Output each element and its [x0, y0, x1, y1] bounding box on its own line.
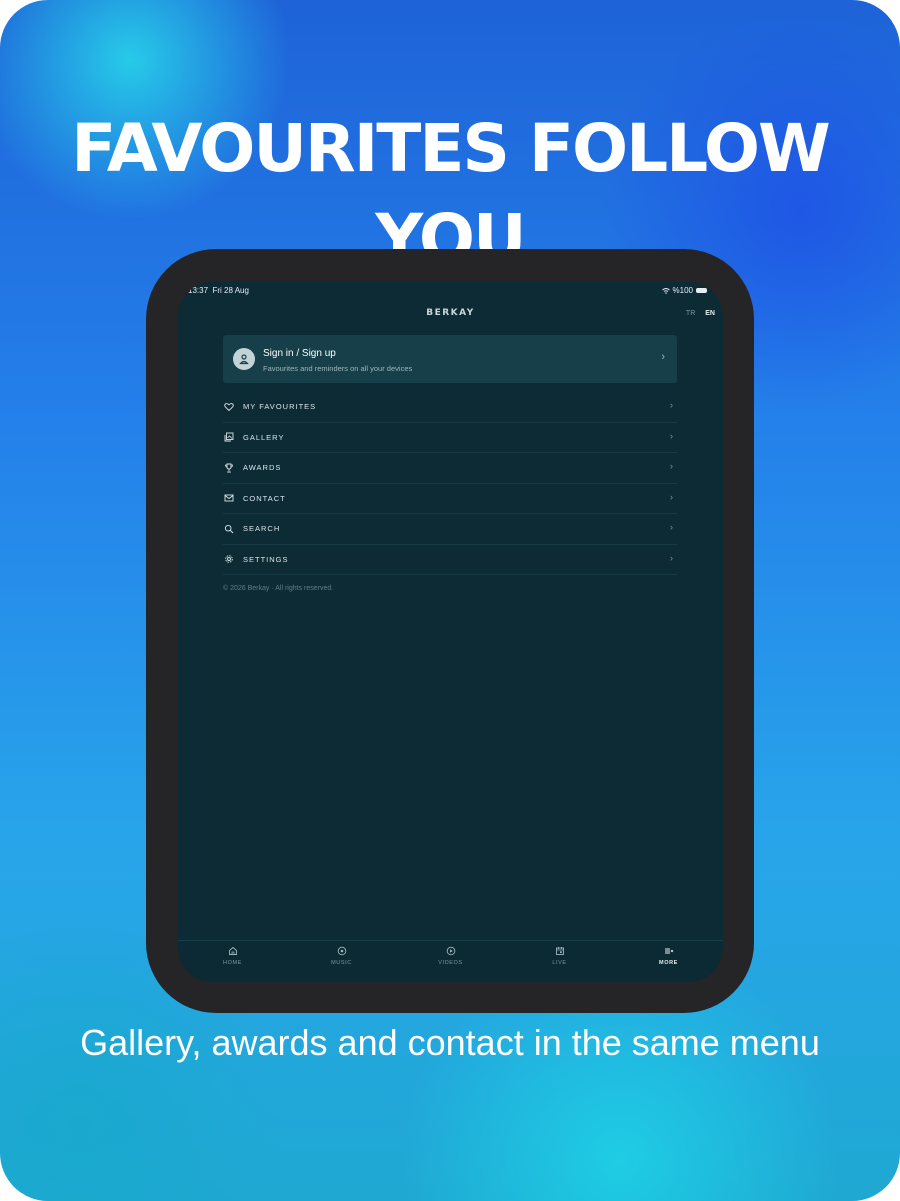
- status-date: Fri 28 Aug: [212, 286, 249, 295]
- tab-label: LIVE: [552, 960, 567, 966]
- menu-item-gallery[interactable]: GALLERY ›: [223, 423, 677, 453]
- signin-title: Sign in / Sign up: [263, 348, 336, 359]
- menu-item-label: AWARDS: [243, 463, 282, 473]
- tab-videos[interactable]: VIDEOS: [396, 941, 505, 982]
- calendar-icon: [555, 947, 564, 955]
- search-icon: [224, 524, 234, 534]
- menu-item-search[interactable]: SEARCH ›: [223, 514, 677, 545]
- tab-home[interactable]: HOME: [178, 941, 287, 982]
- tab-live[interactable]: LIVE: [505, 941, 614, 982]
- menu-item-label: MY FAVOURITES: [243, 402, 317, 412]
- menu-item-label: GALLERY: [243, 432, 285, 442]
- battery-percentage: %100: [672, 286, 693, 295]
- status-indicators: %100: [661, 286, 707, 295]
- chevron-right-icon: ›: [661, 351, 665, 363]
- user-avatar-icon: [233, 348, 255, 370]
- home-icon: [228, 946, 237, 955]
- menu-item-contact[interactable]: CONTACT ›: [223, 484, 677, 514]
- chevron-right-icon: ›: [670, 491, 673, 502]
- language-en[interactable]: EN: [705, 310, 715, 317]
- language-switcher: TR EN: [686, 310, 715, 317]
- heart-icon: [224, 402, 234, 411]
- status-bar: 13:37 Fri 28 Aug %100: [178, 282, 723, 300]
- menu-icon: [664, 948, 673, 954]
- copyright-note: © 2026 Berkay · All rights reserved.: [223, 585, 334, 592]
- gear-icon: [225, 555, 233, 563]
- menu-item-label: SEARCH: [243, 524, 281, 534]
- tab-label: VIDEOS: [438, 960, 463, 966]
- menu-item-favourites[interactable]: MY FAVOURITES ›: [223, 392, 677, 423]
- trophy-icon: [225, 463, 233, 473]
- tab-label: HOME: [223, 960, 242, 966]
- app-logo: BERKAY: [426, 308, 475, 318]
- menu-item-label: SETTINGS: [243, 554, 289, 564]
- status-time: 13:37 Fri 28 Aug: [188, 286, 249, 295]
- promo-background: FAVOURITES FOLLOW YOU 13:37 Fri 28 Aug %…: [0, 0, 900, 1201]
- signin-subtitle: Favourites and reminders on all your dev…: [263, 364, 413, 373]
- chevron-right-icon: ›: [670, 552, 673, 563]
- tab-label: MUSIC: [331, 960, 352, 966]
- tab-label: MORE: [659, 960, 678, 966]
- signin-card[interactable]: Sign in / Sign up Favourites and reminde…: [223, 335, 677, 383]
- chevron-right-icon: ›: [670, 430, 673, 441]
- language-tr[interactable]: TR: [686, 310, 695, 317]
- battery-icon: [696, 288, 707, 293]
- bottom-tab-bar: HOME MUSIC VIDEOS LIVE MORE: [178, 940, 723, 982]
- music-icon: [337, 946, 346, 956]
- chevron-right-icon: ›: [670, 400, 673, 410]
- tab-music[interactable]: MUSIC: [287, 941, 396, 982]
- tab-more[interactable]: MORE: [614, 941, 723, 982]
- chevron-right-icon: ›: [670, 461, 673, 471]
- gallery-icon: [224, 432, 234, 442]
- more-menu: MY FAVOURITES › GALLERY › AWARDS › CONTA…: [223, 392, 677, 575]
- menu-item-label: CONTACT: [243, 493, 286, 503]
- wifi-icon: [661, 287, 670, 294]
- status-clock: 13:37: [188, 286, 209, 295]
- tablet-screen: 13:37 Fri 28 Aug %100 BERKAY TR EN Sign …: [178, 282, 723, 982]
- chevron-right-icon: ›: [670, 522, 673, 532]
- menu-item-settings[interactable]: SETTINGS ›: [223, 545, 677, 575]
- play-icon: [446, 946, 455, 956]
- menu-item-awards[interactable]: AWARDS ›: [223, 453, 677, 484]
- caption: Gallery, awards and contact in the same …: [80, 1022, 820, 1063]
- mail-icon: [224, 494, 234, 502]
